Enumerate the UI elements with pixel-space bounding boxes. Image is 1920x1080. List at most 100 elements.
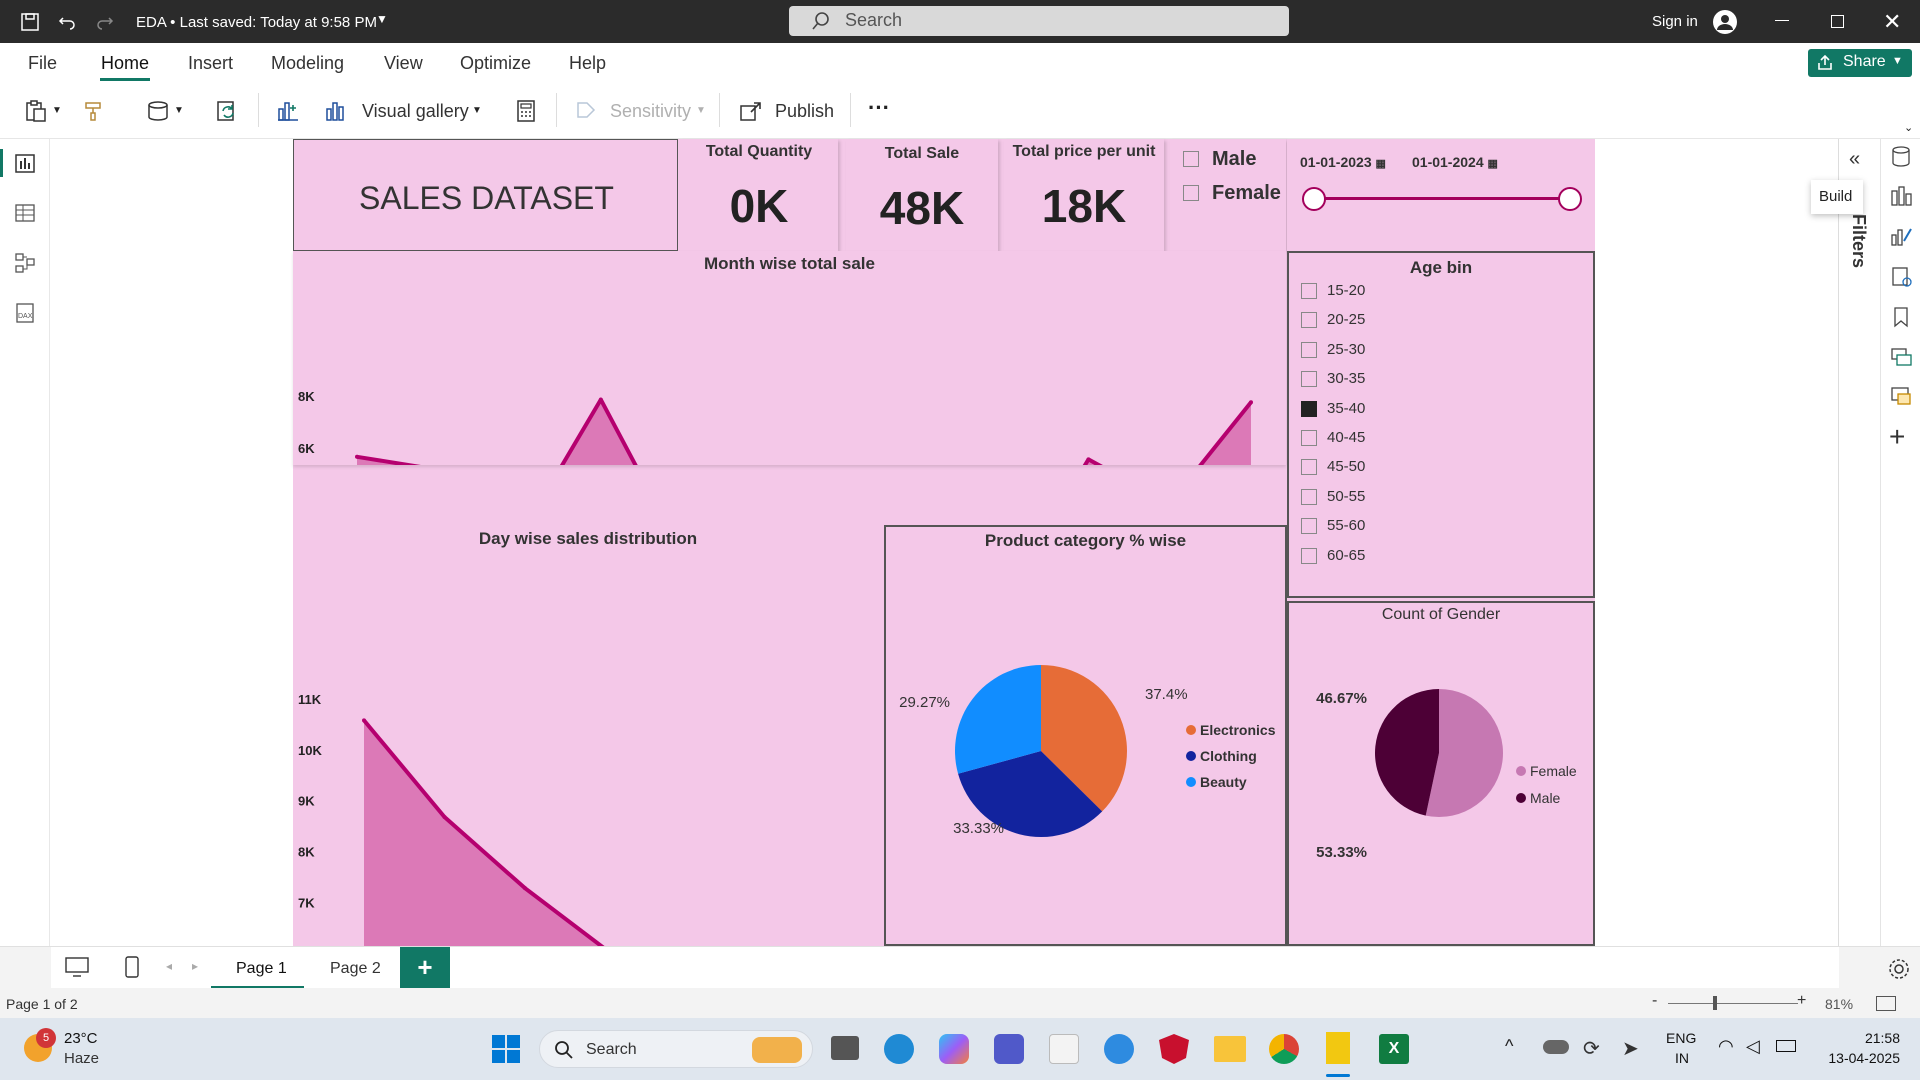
redo-icon[interactable] bbox=[95, 12, 115, 32]
age-bin-checkbox[interactable] bbox=[1301, 341, 1317, 358]
age-bin-label[interactable]: 35-40 bbox=[1327, 400, 1365, 417]
next-page-icon[interactable]: ▸ bbox=[192, 959, 198, 973]
app-title[interactable]: EDA • Last saved: Today at 9:58 PM bbox=[136, 14, 377, 31]
data-point[interactable] bbox=[442, 814, 447, 819]
search-input[interactable]: Search bbox=[789, 6, 1289, 36]
sign-in-link[interactable]: Sign in bbox=[1652, 13, 1698, 30]
format-painter-icon[interactable] bbox=[82, 99, 106, 123]
help-icon[interactable] bbox=[1104, 1034, 1134, 1064]
menu-home[interactable]: Home bbox=[101, 53, 149, 74]
chevron-down-icon[interactable]: ▼ bbox=[174, 105, 184, 116]
settings-gear-icon[interactable] bbox=[1887, 957, 1911, 981]
wifi-icon[interactable]: ◠ bbox=[1718, 1036, 1734, 1057]
windows-start-icon[interactable] bbox=[491, 1034, 521, 1064]
taskbar-search[interactable]: Search bbox=[539, 1030, 813, 1068]
kpi-card-total-sale[interactable]: Total Sale 48K bbox=[846, 139, 998, 251]
female-label[interactable]: Female bbox=[1212, 182, 1281, 205]
prev-page-icon[interactable]: ◂ bbox=[166, 959, 172, 973]
zoom-in-button[interactable]: + bbox=[1797, 992, 1806, 1010]
age-bin-label[interactable]: 25-30 bbox=[1327, 341, 1365, 358]
male-label[interactable]: Male bbox=[1212, 148, 1256, 171]
menu-file[interactable]: File bbox=[28, 53, 57, 74]
location-icon[interactable]: ➤ bbox=[1622, 1036, 1639, 1061]
visual-gallery-button[interactable]: Visual gallery bbox=[362, 101, 469, 122]
data-point[interactable] bbox=[1086, 457, 1091, 462]
range-start-handle[interactable] bbox=[1302, 187, 1326, 211]
legend-label[interactable]: Clothing bbox=[1200, 748, 1257, 764]
calculator-icon[interactable] bbox=[514, 99, 538, 123]
zoom-slider-thumb[interactable] bbox=[1713, 996, 1717, 1010]
maximize-icon[interactable] bbox=[1831, 15, 1844, 28]
fit-to-page-icon[interactable] bbox=[1876, 996, 1896, 1011]
chevron-down-icon[interactable]: ▼ bbox=[52, 105, 62, 116]
data-point[interactable] bbox=[355, 454, 359, 459]
excel-icon[interactable]: X bbox=[1379, 1034, 1409, 1064]
data-point[interactable] bbox=[523, 886, 527, 891]
sync-icon[interactable]: ⟳ bbox=[1583, 1036, 1600, 1061]
add-page-button[interactable]: + bbox=[400, 947, 450, 989]
chevron-down-icon[interactable]: ▼ bbox=[472, 105, 482, 116]
paste-icon[interactable] bbox=[24, 99, 48, 123]
account-icon[interactable] bbox=[1712, 9, 1738, 35]
gender-count-chart[interactable]: Count of Gender 53.33% 46.67% Female Male bbox=[1287, 601, 1595, 946]
age-bin-checkbox[interactable] bbox=[1301, 547, 1317, 564]
save-icon[interactable] bbox=[20, 12, 40, 32]
month-sales-chart[interactable]: Month wise total sale 0K2K4K6K8KJanuaryF… bbox=[293, 251, 1286, 465]
page-tab-2[interactable]: Page 2 bbox=[305, 947, 398, 989]
zoom-out-button[interactable]: - bbox=[1652, 992, 1657, 1010]
copilot-icon[interactable] bbox=[939, 1034, 969, 1064]
refresh-icon[interactable] bbox=[215, 99, 239, 123]
female-checkbox[interactable] bbox=[1183, 185, 1199, 201]
edge-icon[interactable] bbox=[884, 1034, 914, 1064]
product-category-chart[interactable]: Product category % wise 37.4% 33.33% 29.27… bbox=[884, 525, 1287, 946]
format-visual-icon[interactable] bbox=[1890, 225, 1912, 249]
get-data-icon[interactable] bbox=[146, 99, 170, 123]
menu-help[interactable]: Help bbox=[569, 53, 606, 74]
input-language[interactable]: ENG bbox=[1666, 1030, 1696, 1046]
zoom-slider[interactable] bbox=[1668, 1003, 1798, 1004]
build-visual-icon[interactable] bbox=[1890, 185, 1912, 209]
legend-label[interactable]: Male bbox=[1530, 790, 1561, 806]
sync-slicers-icon[interactable] bbox=[1890, 345, 1912, 369]
volume-icon[interactable]: ◁ bbox=[1746, 1036, 1760, 1057]
data-point[interactable] bbox=[598, 397, 603, 402]
mcafee-icon[interactable] bbox=[1159, 1034, 1189, 1064]
visual-gallery-icon[interactable] bbox=[324, 99, 348, 123]
age-bin-checkbox[interactable] bbox=[1301, 430, 1317, 446]
show-hidden-icons[interactable]: ^ bbox=[1505, 1036, 1513, 1057]
bookmark-icon[interactable] bbox=[1890, 305, 1912, 329]
page-tab-1[interactable]: Page 1 bbox=[211, 947, 304, 989]
zoom-level[interactable]: 81% bbox=[1825, 996, 1853, 1012]
data-point[interactable] bbox=[362, 718, 366, 723]
battery-icon[interactable] bbox=[1776, 1040, 1796, 1052]
day-sales-chart[interactable]: Day wise sales distribution 4K5K6K7K8K9K… bbox=[293, 526, 883, 946]
share-button[interactable]: Share ▼ bbox=[1808, 49, 1912, 77]
analytics-icon[interactable] bbox=[1890, 265, 1912, 289]
input-region[interactable]: IN bbox=[1675, 1050, 1689, 1066]
publish-icon[interactable] bbox=[738, 98, 764, 124]
weather-temp[interactable]: 23°C bbox=[64, 1030, 98, 1047]
age-bin-checkbox[interactable] bbox=[1301, 283, 1317, 299]
close-icon[interactable]: ✕ bbox=[1883, 9, 1901, 35]
kpi-card-price-per-unit[interactable]: Total price per unit 18K bbox=[1004, 139, 1164, 251]
data-point[interactable] bbox=[1249, 400, 1253, 405]
age-bin-checkbox[interactable] bbox=[1301, 459, 1317, 476]
age-bin-label[interactable]: 50-55 bbox=[1327, 488, 1365, 505]
undo-icon[interactable] bbox=[57, 12, 77, 32]
menu-insert[interactable]: Insert bbox=[188, 53, 233, 74]
publish-button[interactable]: Publish bbox=[775, 101, 834, 122]
minimize-icon[interactable] bbox=[1775, 20, 1789, 21]
age-bin-label[interactable]: 40-45 bbox=[1327, 429, 1365, 446]
age-bin-label[interactable]: 30-35 bbox=[1327, 370, 1365, 387]
menu-view[interactable]: View bbox=[384, 53, 423, 74]
age-bin-checkbox[interactable] bbox=[1301, 488, 1317, 505]
menu-modeling[interactable]: Modeling bbox=[271, 53, 344, 74]
new-visual-icon[interactable] bbox=[276, 99, 300, 123]
age-bin-checkbox[interactable] bbox=[1301, 312, 1317, 329]
age-bin-label[interactable]: 15-20 bbox=[1327, 282, 1365, 299]
chevron-down-icon[interactable]: ▼ bbox=[376, 12, 388, 26]
age-bin-label[interactable]: 60-65 bbox=[1327, 547, 1365, 564]
clock-time[interactable]: 21:58 bbox=[1840, 1030, 1900, 1046]
kpi-card-total-quantity[interactable]: Total Quantity 0K bbox=[680, 139, 838, 251]
mobile-layout-icon[interactable] bbox=[124, 955, 140, 979]
